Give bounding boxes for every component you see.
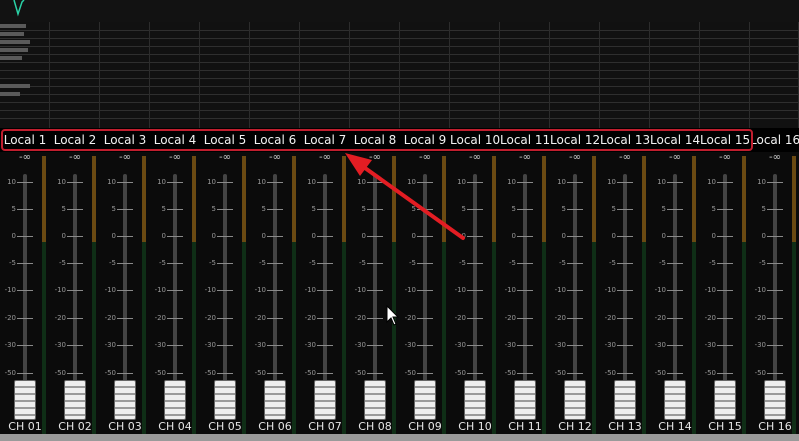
arrow-cursor-icon bbox=[386, 305, 400, 326]
red-arrow-icon bbox=[345, 153, 465, 240]
